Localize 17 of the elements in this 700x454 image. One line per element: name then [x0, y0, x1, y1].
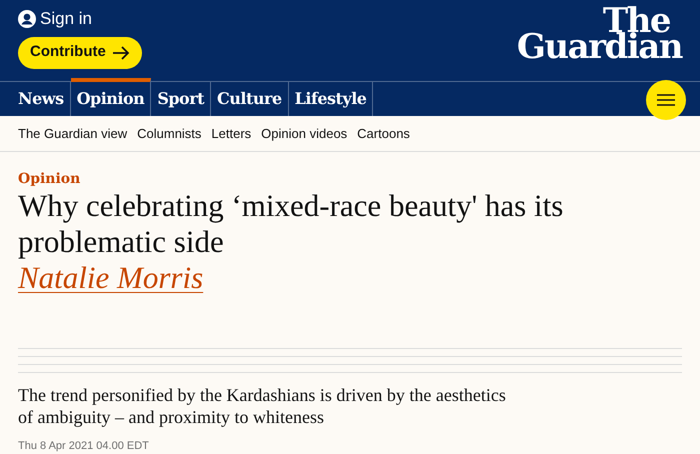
standfirst: The trend personified by the Kardashians is driven by the aesthetics of ambiguity – and proximity to whiteness [18, 384, 507, 428]
subnav-link[interactable]: Cartoons [357, 124, 410, 144]
contribute-button[interactable]: Contribute [18, 36, 142, 68]
subnav-link[interactable]: Columnists [137, 124, 202, 144]
guardian-logo[interactable]: The Guardian [516, 6, 682, 82]
menu-icon [657, 94, 675, 106]
arrow-right-icon [112, 46, 130, 60]
byline-link[interactable]: Natalie Morris [18, 260, 204, 296]
subnav-link[interactable]: Opinion videos [261, 124, 348, 144]
subnav-link[interactable]: The Guardian view [18, 124, 128, 144]
publish-date: Thu 8 Apr 2021 04.00 EDT [18, 438, 150, 454]
subnav-link[interactable]: Letters [211, 124, 252, 144]
headline: Why celebrating ‘mixed-race beauty' has its problematic side [18, 188, 564, 260]
sign-in-link[interactable]: Sign in [18, 6, 92, 32]
menu-button[interactable] [646, 80, 686, 120]
account-icon [18, 10, 36, 28]
section-label: Opinion [18, 170, 82, 188]
